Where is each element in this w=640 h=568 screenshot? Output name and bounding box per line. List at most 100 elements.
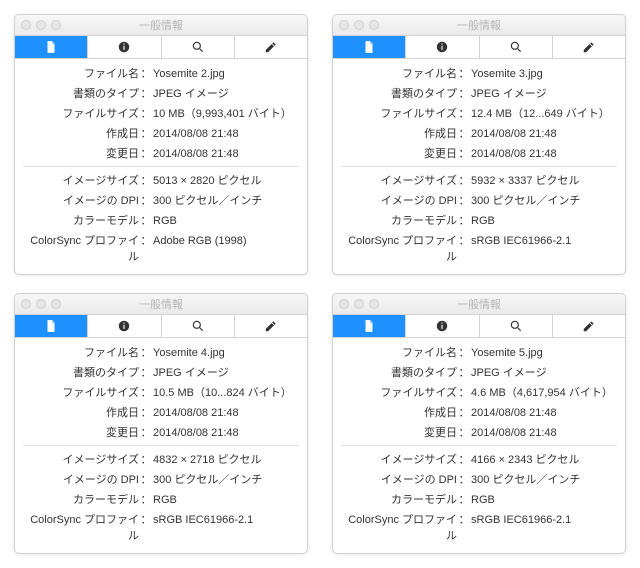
file-icon	[362, 40, 376, 54]
tab-search[interactable]	[480, 36, 553, 58]
tab-edit[interactable]	[553, 315, 625, 337]
zoom-icon[interactable]	[51, 299, 61, 309]
tab-info[interactable]	[88, 36, 161, 58]
titlebar[interactable]: 一般情報	[15, 294, 307, 315]
label-modified: 変更日	[341, 145, 457, 161]
label-created: 作成日	[341, 404, 457, 420]
label-colorsync: ColorSync プロファイル	[341, 511, 457, 543]
value-dpi: 300 ピクセル／インチ	[153, 192, 299, 208]
tab-general[interactable]	[333, 36, 406, 58]
info-row-filesize: ファイルサイズ：10.5 MB（10...824 バイト）	[23, 382, 299, 402]
tab-edit[interactable]	[235, 36, 307, 58]
info-row-created: 作成日：2014/08/08 21:48	[23, 123, 299, 143]
label-colorsync: ColorSync プロファイル	[341, 232, 457, 264]
info-row-colormodel: カラーモデル：RGB	[23, 210, 299, 230]
value-modified: 2014/08/08 21:48	[153, 148, 299, 160]
tab-general[interactable]	[15, 36, 88, 58]
value-imgsize: 4166 × 2343 ピクセル	[471, 451, 617, 467]
value-filesize: 10.5 MB（10...824 バイト）	[153, 384, 299, 400]
label-modified: 変更日	[23, 424, 139, 440]
value-doctype: JPEG イメージ	[153, 364, 299, 380]
value-modified: 2014/08/08 21:48	[471, 148, 617, 160]
close-icon[interactable]	[339, 20, 349, 30]
label-doctype: 書類のタイプ	[23, 85, 139, 101]
info-row-filename: ファイル名：Yosemite 4.jpg	[23, 342, 299, 362]
value-colormodel: RGB	[153, 215, 299, 227]
label-doctype: 書類のタイプ	[23, 364, 139, 380]
minimize-icon[interactable]	[354, 20, 364, 30]
value-colorsync: sRGB IEC61966-2.1	[153, 514, 299, 526]
value-filename: Yosemite 4.jpg	[153, 347, 299, 359]
info-row-colorsync: ColorSync プロファイル：Adobe RGB (1998)	[23, 230, 299, 266]
info-row-created: 作成日：2014/08/08 21:48	[341, 123, 617, 143]
label-filesize: ファイルサイズ	[341, 384, 457, 400]
tab-search[interactable]	[162, 315, 235, 337]
close-icon[interactable]	[21, 299, 31, 309]
info-row-colorsync: ColorSync プロファイル：sRGB IEC61966-2.1	[23, 509, 299, 545]
file-icon	[362, 319, 376, 333]
value-created: 2014/08/08 21:48	[471, 407, 617, 419]
info-row-filesize: ファイルサイズ：4.6 MB（4,617,954 バイト）	[341, 382, 617, 402]
search-icon	[509, 319, 523, 333]
divider	[341, 445, 617, 446]
titlebar[interactable]: 一般情報	[333, 294, 625, 315]
info-window: 一般情報ファイル名：Yosemite 5.jpg書類のタイプ：JPEG イメージ…	[332, 293, 626, 554]
info-row-colorsync: ColorSync プロファイル：sRGB IEC61966-2.1	[341, 230, 617, 266]
tabs	[15, 36, 307, 59]
label-colormodel: カラーモデル	[341, 491, 457, 507]
tab-info[interactable]	[406, 36, 479, 58]
info-row-filesize: ファイルサイズ：10 MB（9,993,401 バイト）	[23, 103, 299, 123]
label-modified: 変更日	[23, 145, 139, 161]
tab-general[interactable]	[15, 315, 88, 337]
label-doctype: 書類のタイプ	[341, 85, 457, 101]
info-body: ファイル名：Yosemite 2.jpg書類のタイプ：JPEG イメージファイル…	[15, 59, 307, 274]
info-window: 一般情報ファイル名：Yosemite 3.jpg書類のタイプ：JPEG イメージ…	[332, 14, 626, 275]
info-row-imgsize: イメージサイズ：5932 × 3337 ピクセル	[341, 170, 617, 190]
label-filesize: ファイルサイズ	[341, 105, 457, 121]
tab-search[interactable]	[162, 36, 235, 58]
tab-general[interactable]	[333, 315, 406, 337]
tab-edit[interactable]	[235, 315, 307, 337]
zoom-icon[interactable]	[51, 20, 61, 30]
value-dpi: 300 ピクセル／インチ	[471, 192, 617, 208]
tab-search[interactable]	[480, 315, 553, 337]
value-created: 2014/08/08 21:48	[153, 128, 299, 140]
divider	[23, 166, 299, 167]
label-imgsize: イメージサイズ	[23, 172, 139, 188]
info-body: ファイル名：Yosemite 3.jpg書類のタイプ：JPEG イメージファイル…	[333, 59, 625, 274]
tab-edit[interactable]	[553, 36, 625, 58]
value-colormodel: RGB	[471, 215, 617, 227]
titlebar[interactable]: 一般情報	[15, 15, 307, 36]
label-dpi: イメージの DPI	[23, 192, 139, 208]
info-icon	[435, 40, 449, 54]
titlebar[interactable]: 一般情報	[333, 15, 625, 36]
value-dpi: 300 ピクセル／インチ	[153, 471, 299, 487]
zoom-icon[interactable]	[369, 20, 379, 30]
file-icon	[44, 40, 58, 54]
value-filename: Yosemite 5.jpg	[471, 347, 617, 359]
value-created: 2014/08/08 21:48	[471, 128, 617, 140]
info-row-created: 作成日：2014/08/08 21:48	[341, 402, 617, 422]
label-modified: 変更日	[341, 424, 457, 440]
info-row-colormodel: カラーモデル：RGB	[341, 489, 617, 509]
info-body: ファイル名：Yosemite 4.jpg書類のタイプ：JPEG イメージファイル…	[15, 338, 307, 553]
tab-info[interactable]	[88, 315, 161, 337]
info-row-doctype: 書類のタイプ：JPEG イメージ	[23, 83, 299, 103]
close-icon[interactable]	[21, 20, 31, 30]
close-icon[interactable]	[339, 299, 349, 309]
info-row-modified: 変更日：2014/08/08 21:48	[23, 143, 299, 163]
label-imgsize: イメージサイズ	[341, 451, 457, 467]
label-filesize: ファイルサイズ	[23, 384, 139, 400]
info-row-dpi: イメージの DPI：300 ピクセル／インチ	[341, 469, 617, 489]
minimize-icon[interactable]	[354, 299, 364, 309]
minimize-icon[interactable]	[36, 299, 46, 309]
zoom-icon[interactable]	[369, 299, 379, 309]
tab-info[interactable]	[406, 315, 479, 337]
minimize-icon[interactable]	[36, 20, 46, 30]
label-dpi: イメージの DPI	[341, 471, 457, 487]
info-row-dpi: イメージの DPI：300 ピクセル／インチ	[23, 190, 299, 210]
value-filesize: 12.4 MB（12...649 バイト）	[471, 105, 617, 121]
label-colorsync: ColorSync プロファイル	[23, 232, 139, 264]
tabs	[333, 315, 625, 338]
info-body: ファイル名：Yosemite 5.jpg書類のタイプ：JPEG イメージファイル…	[333, 338, 625, 553]
